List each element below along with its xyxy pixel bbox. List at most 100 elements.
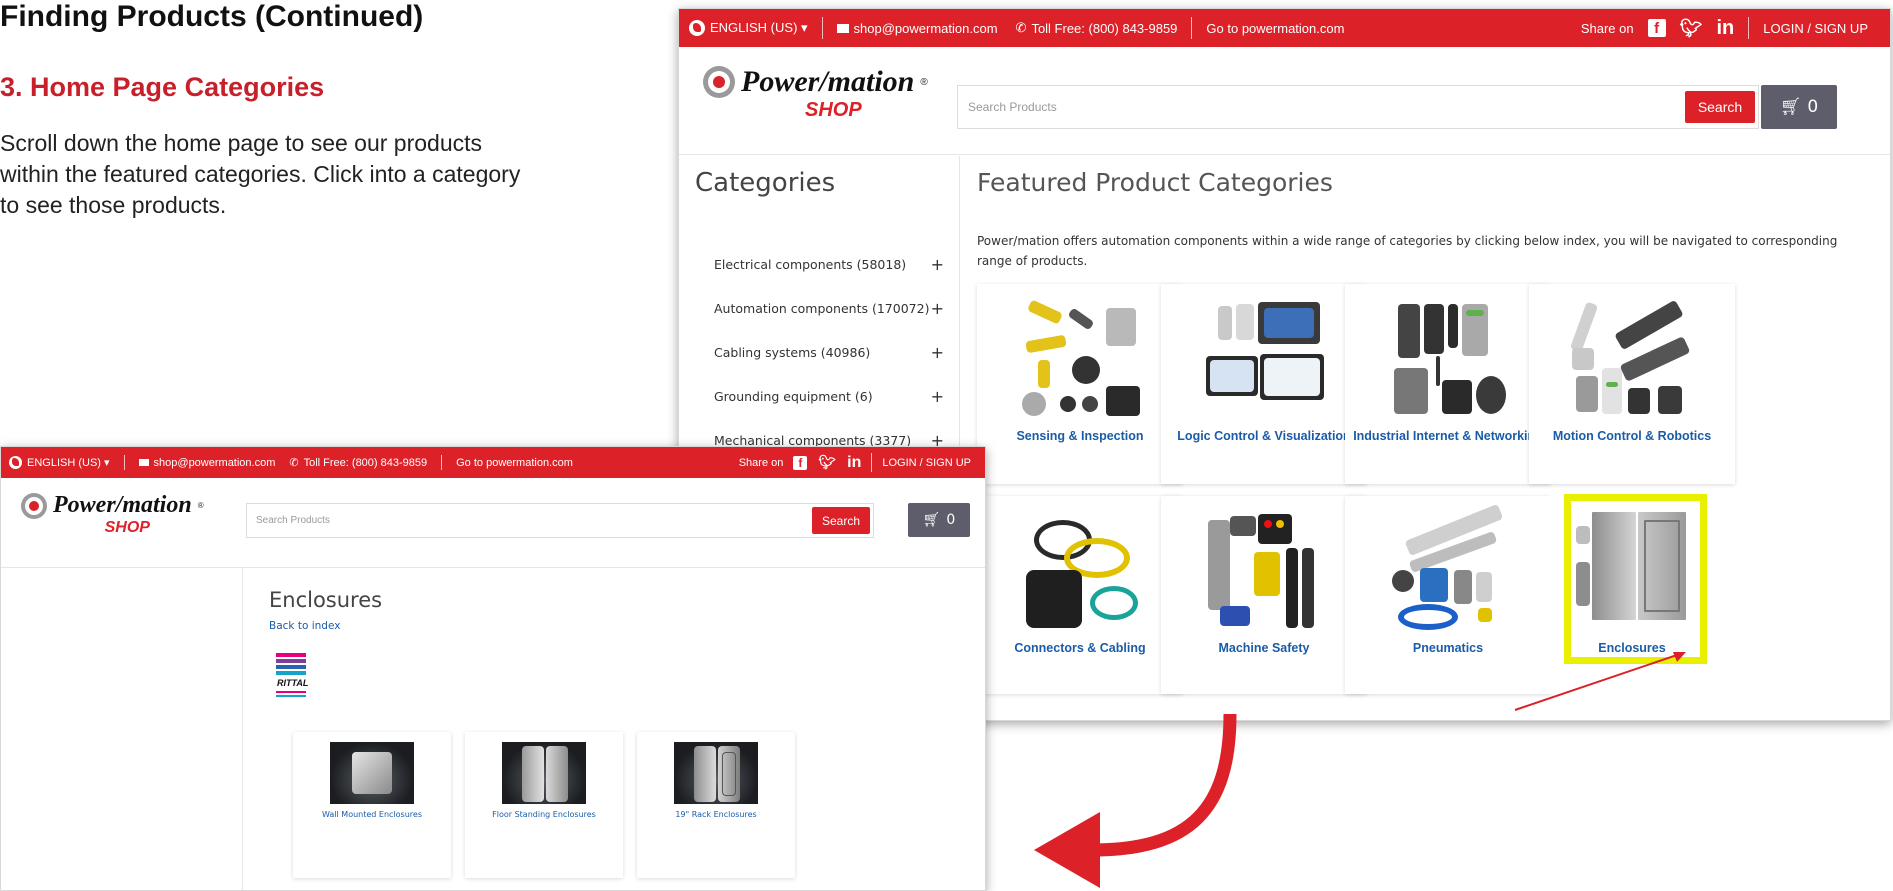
goto-site-label: Go to powermation.com: [1206, 20, 1345, 36]
share-on-label: Share on: [738, 456, 784, 469]
category-card-industrial-internet[interactable]: Industrial Internet & Networking: [1345, 284, 1551, 484]
search-input[interactable]: Search Products: [957, 85, 1759, 129]
document-heading: Finding Products (Continued): [0, 0, 424, 33]
cart-button[interactable]: 🛒︎ 0: [908, 503, 970, 537]
search-button[interactable]: Search: [812, 507, 870, 534]
share-on-label: Share on: [1580, 20, 1634, 36]
site-header: Power/mation ® SHOP Search Products Sear…: [679, 47, 1890, 155]
category-label: Motion Control & Robotics: [1552, 429, 1712, 443]
sensing-product-image: [1010, 296, 1150, 421]
category-label: Pneumatics: [1412, 641, 1484, 655]
pointer-arrow-icon: [1514, 652, 1686, 711]
goto-site-link[interactable]: Go to powermation.com: [456, 457, 573, 469]
sidebar-title: Categories: [695, 168, 836, 198]
sidebar-item-label: Electrical components (58018): [714, 256, 907, 272]
rack-enclosure-image: [674, 742, 758, 804]
machine-safety-product-image: [1194, 508, 1334, 633]
divider: [441, 455, 443, 470]
search-button[interactable]: Search: [1685, 91, 1755, 123]
gear-logo-icon: [703, 66, 735, 98]
category-label: Industrial Internet & Networking: [1353, 429, 1543, 443]
divider: [821, 17, 823, 39]
phone-link[interactable]: ✆ Toll Free: (800) 843-9859: [289, 456, 428, 470]
wall-mounted-image: [330, 742, 414, 804]
social-links: f 🐦︎ in: [1647, 17, 1734, 40]
facebook-icon[interactable]: f: [1647, 19, 1666, 37]
twitter-icon[interactable]: 🐦︎: [818, 455, 836, 471]
language-selector[interactable]: ENGLISH (US) ▾: [9, 456, 110, 469]
phone-icon: ✆: [289, 457, 299, 469]
instruction-line: to see those products.: [0, 192, 227, 218]
gear-logo-icon: [21, 492, 47, 519]
enclosures-page-screenshot: ENGLISH (US) ▾ shop@powermation.com ✆ To…: [0, 446, 986, 891]
expand-icon[interactable]: +: [931, 299, 944, 318]
facebook-icon[interactable]: f: [793, 455, 808, 470]
top-bar: ENGLISH (US) ▾ shop@powermation.com ✆ To…: [1, 447, 985, 478]
twitter-icon[interactable]: 🐦︎: [1680, 18, 1703, 39]
language-selector[interactable]: ENGLISH (US) ▾: [689, 20, 808, 36]
goto-site-link[interactable]: Go to powermation.com: [1206, 21, 1344, 36]
search-input[interactable]: Search Products: [246, 503, 874, 538]
email-link[interactable]: shop@powermation.com: [138, 457, 275, 469]
expand-icon[interactable]: +: [931, 255, 944, 274]
registered-mark: ®: [197, 501, 204, 510]
site-header: Power/mation ® SHOP Search Products Sear…: [1, 478, 985, 568]
expand-icon[interactable]: +: [931, 343, 944, 362]
sidebar-item-grounding[interactable]: Grounding equipment (6) +: [714, 374, 950, 418]
logo-shop: SHOP: [104, 519, 150, 536]
product-card-wall-mounted[interactable]: Wall Mounted Enclosures: [293, 732, 451, 878]
sidebar-item-label: Cabling systems (40986): [714, 344, 871, 360]
motion-robotics-product-image: [1562, 296, 1702, 421]
category-label: Logic Control & Visualization: [1177, 429, 1351, 443]
sidebar-item-electrical[interactable]: Electrical components (58018) +: [714, 242, 950, 286]
linkedin-icon[interactable]: in: [847, 454, 861, 472]
category-list: Electrical components (58018) + Automati…: [714, 242, 950, 462]
divider: [871, 453, 873, 472]
floor-standing-image: [502, 742, 586, 804]
sidebar-item-automation[interactable]: Automation components (170072) +: [714, 286, 950, 330]
language-label: ENGLISH (US) ▾: [27, 457, 110, 469]
instruction-line: Scroll down the home page to see our pro…: [0, 130, 483, 156]
category-card-connectors[interactable]: Connectors & Cabling: [977, 496, 1183, 694]
category-card-machine-safety[interactable]: Machine Safety: [1161, 496, 1367, 694]
cart-button[interactable]: 🛒︎ 0: [1761, 85, 1837, 129]
linkedin-icon[interactable]: in: [1716, 17, 1734, 40]
category-card-motion-control[interactable]: Motion Control & Robotics: [1529, 284, 1735, 484]
site-logo[interactable]: Power/mation ® SHOP: [21, 492, 204, 537]
divider: [1748, 17, 1750, 39]
logic-control-product-image: [1194, 296, 1334, 421]
logo-shop: SHOP: [805, 99, 862, 121]
back-to-index-link[interactable]: Back to index: [269, 620, 382, 632]
product-label: Floor Standing Enclosures: [492, 810, 596, 819]
enclosures-content: Enclosures Back to index RITTAL: [269, 568, 382, 697]
site-logo[interactable]: Power/mation ® SHOP: [703, 65, 928, 122]
mail-icon: [836, 23, 849, 33]
product-card-floor-standing[interactable]: Floor Standing Enclosures: [465, 732, 623, 878]
cart-icon: 🛒︎: [1779, 97, 1802, 117]
divider: [123, 455, 125, 470]
login-link[interactable]: LOGIN / SIGN UP: [1763, 21, 1868, 36]
phone-label: Toll Free: (800) 843-9859: [303, 456, 428, 469]
featured-description: Power/mation offers automation component…: [977, 234, 1838, 268]
sidebar-item-label: Automation components (170072): [714, 300, 930, 316]
email-link[interactable]: shop@powermation.com: [836, 20, 998, 36]
globe-icon: [9, 456, 22, 469]
sidebar-item-label: Grounding equipment (6): [714, 388, 873, 404]
enclosures-product-image: [1562, 508, 1702, 633]
rittal-logo[interactable]: RITTAL: [274, 651, 310, 701]
login-link[interactable]: LOGIN / SIGN UP: [882, 457, 971, 469]
mail-icon: [138, 459, 149, 466]
category-card-sensing[interactable]: Sensing & Inspection: [977, 284, 1183, 484]
category-card-logic-control[interactable]: Logic Control & Visualization: [1161, 284, 1367, 484]
language-label: ENGLISH (US) ▾: [710, 20, 808, 35]
email-label: shop@powermation.com: [853, 20, 998, 36]
phone-label: Toll Free: (800) 843-9859: [1031, 20, 1178, 36]
product-card-rack[interactable]: 19" Rack Enclosures: [637, 732, 795, 878]
divider: [1191, 17, 1193, 39]
networking-product-image: [1378, 296, 1518, 421]
sidebar-item-cabling[interactable]: Cabling systems (40986) +: [714, 330, 950, 374]
rittal-wordmark: RITTAL: [277, 678, 308, 688]
expand-icon[interactable]: +: [931, 387, 944, 406]
phone-icon: ✆: [1015, 20, 1027, 35]
phone-link[interactable]: ✆ Toll Free: (800) 843-9859: [1016, 20, 1178, 36]
